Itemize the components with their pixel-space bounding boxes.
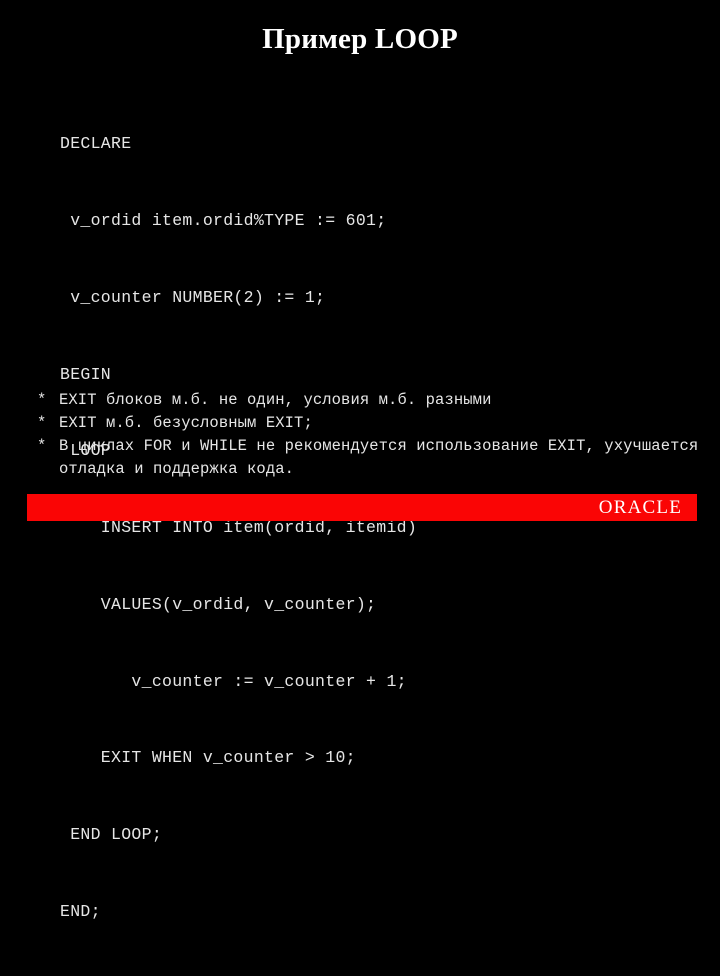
list-item: * В циклах FOR и WHILE не рекомендуется … [37,435,707,481]
code-line: v_ordid item.ordid%TYPE := 601; [60,210,387,230]
footer-brand-bar: ORACLE [27,494,697,521]
code-line: END LOOP; [60,825,163,845]
bullet-asterisk-icon: * [37,414,47,432]
list-item: * EXIT м.б. безусловным EXIT; [37,412,707,435]
page-title: Пример LOOP [262,23,458,55]
list-item: * EXIT блоков м.б. не один, условия м.б.… [37,389,707,412]
code-line: BEGIN [60,364,112,384]
code-block: DECLARE v_ordid item.ordid%TYPE := 601; … [60,80,680,976]
list-item-label: В циклах FOR и WHILE не рекомендуется ис… [59,437,708,478]
slide-canvas: Пример LOOP DECLARE v_ordid item.ordid%T… [0,0,720,921]
bullet-asterisk-icon: * [37,437,47,455]
code-line: END; [60,902,101,921]
code-line: v_counter NUMBER(2) := 1; [60,287,326,307]
list-item-label: EXIT блоков м.б. не один, условия м.б. р… [59,391,492,409]
bullet-asterisk-icon: * [37,391,47,409]
list-item-label: EXIT м.б. безусловным EXIT; [59,414,313,432]
code-line: DECLARE [60,134,132,154]
code-line: EXIT WHEN v_counter > 10; [60,748,356,768]
code-line: VALUES(v_ordid, v_counter); [60,594,377,614]
oracle-logo: ORACLE [598,497,682,518]
notes-list: * EXIT блоков м.б. не один, условия м.б.… [37,389,707,481]
code-line: v_counter := v_counter + 1; [60,671,407,691]
